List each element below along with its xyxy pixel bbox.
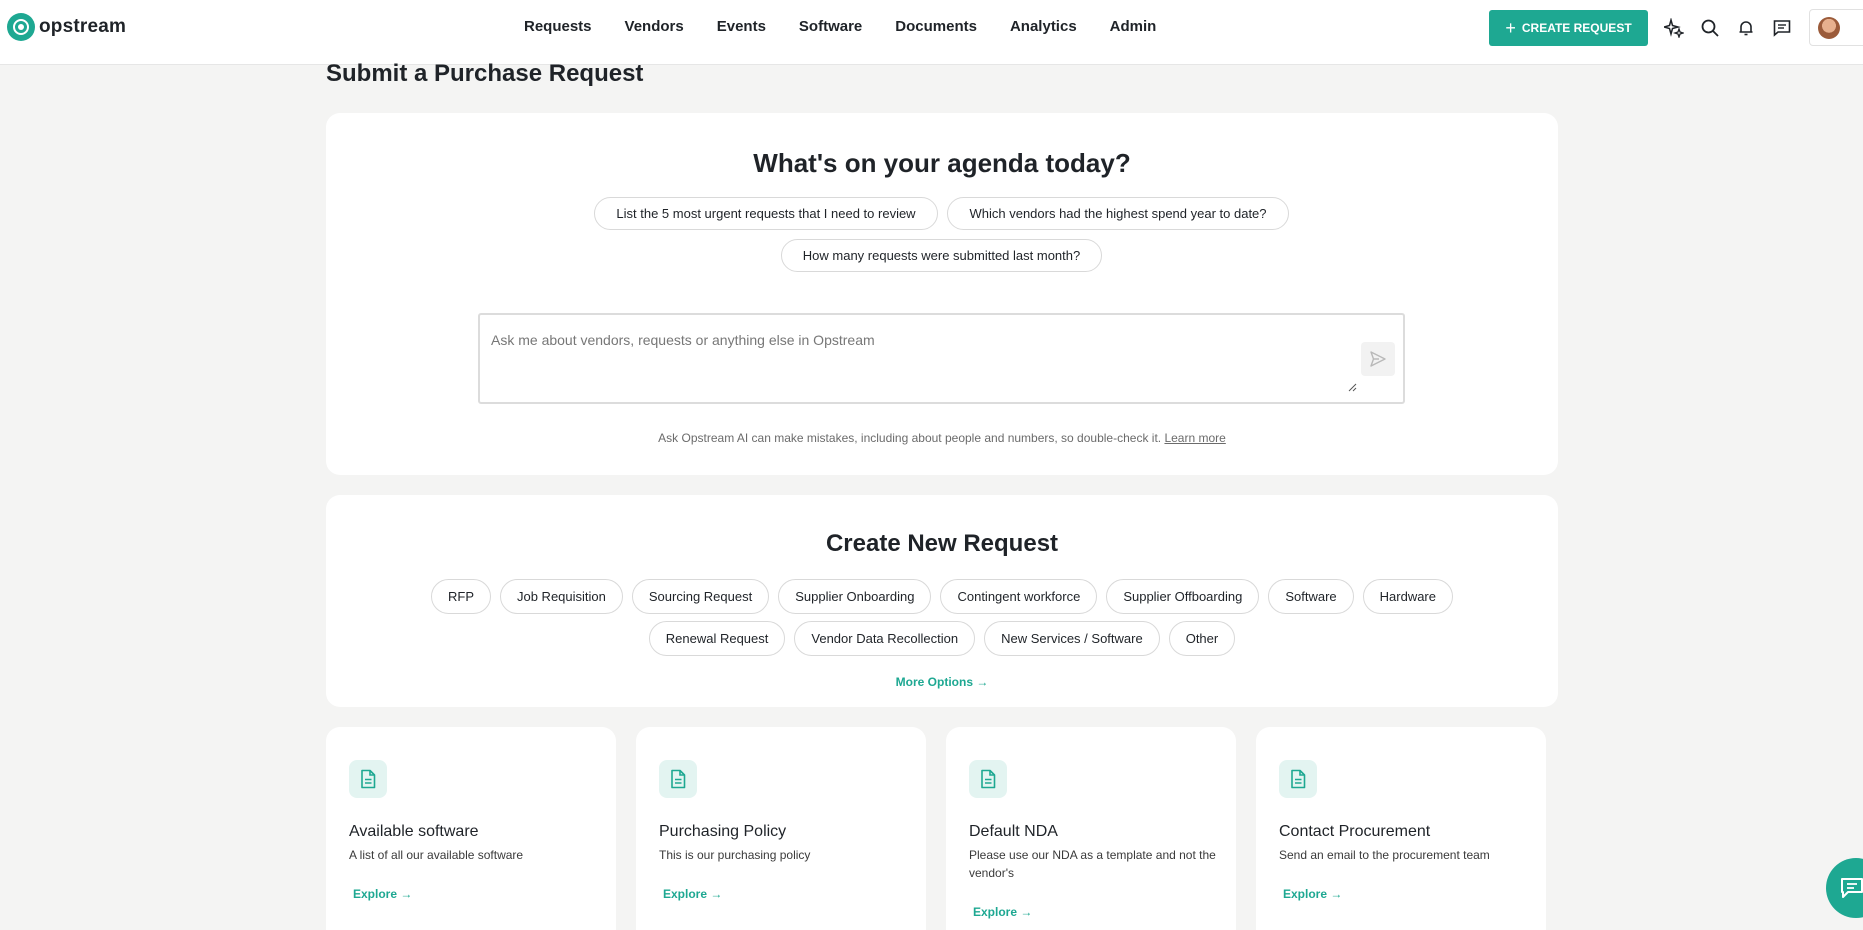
- send-button[interactable]: [1361, 342, 1395, 376]
- suggestion-chip-urgent-requests[interactable]: List the 5 most urgent requests that I n…: [594, 197, 938, 230]
- explore-link[interactable]: Explore →: [353, 887, 412, 901]
- explore-link[interactable]: Explore →: [663, 887, 722, 901]
- nav-requests[interactable]: Requests: [524, 18, 592, 35]
- ai-disclaimer: Ask Opstream AI can make mistakes, inclu…: [326, 431, 1558, 445]
- nav-software[interactable]: Software: [799, 18, 862, 35]
- page-title: Submit a Purchase Request: [326, 60, 644, 87]
- suggestion-chip-vendor-spend[interactable]: Which vendors had the highest spend year…: [947, 197, 1289, 230]
- bell-icon[interactable]: [1734, 16, 1758, 40]
- chat-widget-button[interactable]: [1826, 858, 1863, 918]
- request-type-job-requisition[interactable]: Job Requisition: [499, 579, 623, 614]
- request-type-other[interactable]: Other: [1168, 621, 1236, 656]
- resource-description: Please use our NDA as a template and not…: [969, 848, 1216, 880]
- request-type-row-1: RFP Job Requisition Sourcing Request Sup…: [326, 579, 1558, 614]
- document-icon: [1279, 760, 1317, 798]
- messages-icon[interactable]: [1770, 16, 1794, 40]
- suggestion-chip-requests-last-month[interactable]: How many requests were submitted last mo…: [781, 239, 1102, 272]
- resource-card-default-nda[interactable]: Default NDA Please use our NDA as a temp…: [946, 727, 1236, 930]
- request-type-sourcing-request[interactable]: Sourcing Request: [631, 579, 770, 614]
- request-type-supplier-offboarding[interactable]: Supplier Offboarding: [1106, 579, 1260, 614]
- create-request-title: Create New Request: [825, 530, 1059, 557]
- request-type-software[interactable]: Software: [1268, 579, 1354, 614]
- resource-description: Send an email to the procurement team: [1279, 848, 1490, 862]
- search-icon[interactable]: [1698, 16, 1722, 40]
- request-type-vendor-data-recollection[interactable]: Vendor Data Recollection: [794, 621, 976, 656]
- resource-title: Available software: [349, 823, 479, 840]
- resource-description: A list of all our available software: [349, 848, 524, 862]
- document-icon: [659, 760, 697, 798]
- create-request-button[interactable]: + CREATE REQUEST: [1489, 10, 1648, 46]
- top-navigation-bar: opstream Requests Vendors Events Softwar…: [0, 0, 1863, 65]
- request-type-renewal-request[interactable]: Renewal Request: [648, 621, 786, 656]
- resource-description: This is our purchasing policy: [659, 848, 811, 862]
- explore-link[interactable]: Explore →: [973, 905, 1032, 919]
- main-nav: Requests Vendors Events Software Documen…: [524, 18, 1156, 35]
- request-type-hardware[interactable]: Hardware: [1362, 579, 1453, 614]
- chat-bubble-icon: [1841, 878, 1863, 898]
- ask-ai-input[interactable]: Ask me about vendors, requests or anythi…: [478, 313, 1405, 404]
- plus-icon: +: [1505, 18, 1516, 38]
- avatar: [1818, 17, 1840, 39]
- more-options-link[interactable]: More Options →: [326, 675, 1558, 689]
- agenda-card: What's on your agenda today? List the 5 …: [326, 113, 1558, 475]
- user-menu[interactable]: [1809, 9, 1863, 46]
- resource-card-purchasing-policy[interactable]: Purchasing Policy This is our purchasing…: [636, 727, 926, 930]
- document-icon: [969, 760, 1007, 798]
- request-type-supplier-onboarding[interactable]: Supplier Onboarding: [778, 579, 932, 614]
- create-request-label: CREATE REQUEST: [1521, 21, 1632, 35]
- request-type-new-services-software[interactable]: New Services / Software: [984, 621, 1160, 656]
- resize-handle-icon[interactable]: [1348, 383, 1357, 392]
- opstream-logo-icon: [7, 13, 35, 41]
- resource-title: Purchasing Policy: [659, 823, 787, 840]
- nav-documents[interactable]: Documents: [895, 18, 977, 35]
- nav-admin[interactable]: Admin: [1110, 18, 1157, 35]
- ai-disclaimer-text: Ask Opstream AI can make mistakes, inclu…: [658, 431, 1162, 445]
- send-icon: [1370, 351, 1386, 367]
- agenda-title: What's on your agenda today?: [753, 148, 1131, 178]
- request-type-rfp[interactable]: RFP: [430, 579, 491, 614]
- nav-analytics[interactable]: Analytics: [1010, 18, 1077, 35]
- create-request-card: Create New Request RFP Job Requisition S…: [326, 495, 1558, 707]
- document-icon: [349, 760, 387, 798]
- nav-vendors[interactable]: Vendors: [625, 18, 684, 35]
- sparkle-icon[interactable]: [1662, 16, 1686, 40]
- nav-events[interactable]: Events: [717, 18, 766, 35]
- explore-link[interactable]: Explore →: [1283, 887, 1342, 901]
- resource-title: Contact Procurement: [1279, 823, 1431, 840]
- request-type-contingent-workforce[interactable]: Contingent workforce: [940, 579, 1098, 614]
- logo-text: opstream: [39, 16, 127, 37]
- resource-card-available-software[interactable]: Available software A list of all our ava…: [326, 727, 616, 930]
- resource-title: Default NDA: [969, 823, 1058, 840]
- opstream-logo[interactable]: opstream: [7, 13, 126, 41]
- ask-ai-placeholder: Ask me about vendors, requests or anythi…: [491, 332, 875, 348]
- resource-card-contact-procurement[interactable]: Contact Procurement Send an email to the…: [1256, 727, 1546, 930]
- request-type-row-2: Renewal Request Vendor Data Recollection…: [326, 621, 1558, 656]
- learn-more-link[interactable]: Learn more: [1164, 431, 1225, 445]
